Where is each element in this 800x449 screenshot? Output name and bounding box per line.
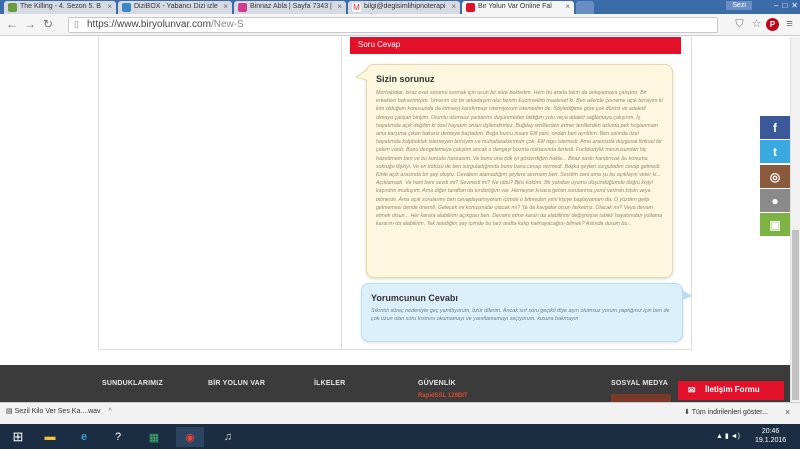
answer-title: Yorumcunun Cevabı (371, 293, 458, 303)
url-path: /New-S (210, 19, 244, 30)
browser-tabstrip: The Killing - 4. Sezon 5. B × DiziBOX - … (0, 0, 800, 14)
contact-form-label: İletişim Formu (705, 385, 760, 394)
bookmark-star-icon[interactable]: ☆ (750, 18, 763, 31)
tab-close-icon[interactable]: × (451, 2, 456, 11)
scrollbar-thumb[interactable] (792, 230, 799, 400)
tab-4[interactable]: M bilgi@degisimlihipnoterapi × (348, 1, 460, 14)
close-downloads-icon[interactable]: × (785, 407, 790, 417)
tab-favicon-icon (238, 3, 247, 12)
site-footer: SUNDUKLARIMIZ BİR YOLUN VAR İLKELER GÜVE… (0, 365, 790, 402)
file-icon: ▤ (6, 408, 13, 415)
system-tray[interactable]: ▲ ▮ ◄) (716, 432, 740, 440)
maximize-icon[interactable]: □ (782, 1, 787, 10)
minimize-icon[interactable]: – (774, 1, 778, 10)
show-all-label: Tüm indirilenleri göster... (691, 409, 768, 416)
file-explorer-icon[interactable]: ▬ (36, 427, 64, 447)
page-info-icon[interactable]: ▯ (74, 19, 79, 30)
tab-close-icon[interactable]: × (337, 2, 342, 11)
ssl-badge: RapidSSL 128BIT (418, 393, 468, 399)
clock-time: 20:46 (761, 428, 780, 435)
section-header: Soru Cevap (350, 37, 681, 54)
social-footer-icons (611, 394, 671, 402)
tab-title: bilgi@degisimlihipnoterapi (364, 3, 446, 10)
clock[interactable]: 20:46 19.1.2016 (755, 427, 786, 445)
download-filename: Sezil Kilo Ver Ses Ka....wav (14, 408, 101, 415)
reload-icon[interactable]: ↻ (43, 17, 53, 31)
download-icon: ⬇ (684, 409, 690, 416)
apple-icon[interactable]: ● (760, 189, 790, 212)
contact-form-button[interactable]: ✉ İletişim Formu (678, 381, 784, 400)
footer-heading-principles: İLKELER (314, 380, 346, 387)
browser-toolbar: ← → ↻ ▯ https://www.biryolunvar.com/New-… (0, 14, 800, 36)
instagram-icon[interactable]: ◎ (760, 165, 790, 188)
facebook-icon[interactable]: f (760, 116, 790, 139)
tab-close-icon[interactable]: × (565, 2, 570, 11)
close-window-icon[interactable]: ✕ (791, 1, 798, 10)
pinterest-icon[interactable]: P (766, 18, 779, 31)
address-bar[interactable]: ▯ https://www.biryolunvar.com/New-S (68, 17, 718, 33)
footer-heading-security: GÜVENLİK (418, 380, 456, 387)
help-icon[interactable]: ? (104, 427, 132, 447)
page-content: Soru Cevap Sizin sorunuz Merhabalar, bir… (0, 37, 790, 365)
start-button-icon[interactable]: ⊞ (4, 427, 32, 447)
show-all-downloads-link[interactable]: ⬇ Tüm indirilenleri göster... (684, 408, 768, 416)
internet-explorer-icon[interactable]: e (70, 427, 98, 447)
download-item[interactable]: ▤ Sezil Kilo Ver Ses Ka....wav ^ (6, 407, 112, 415)
back-arrow-icon[interactable]: ← (6, 17, 18, 31)
new-tab-button[interactable] (576, 1, 594, 14)
question-title: Sizin sorunuz (376, 74, 435, 84)
tab-1[interactable]: The Killing - 4. Sezon 5. B × (4, 1, 116, 14)
chevron-up-icon[interactable]: ^ (109, 408, 112, 415)
question-bubble: Sizin sorunuz Merhabalar, biraz evet sor… (355, 64, 673, 278)
itunes-icon[interactable]: ♫ (214, 427, 242, 447)
tab-title: Binnaz Abla | Sayfa 7343 | (250, 3, 332, 10)
android-icon[interactable]: ▣ (760, 213, 790, 236)
answer-text: Sıkıntılı süreç nedeniyle geç yanıtlıyor… (371, 308, 670, 322)
question-text: Merhabalar, biraz evet sorumu sormak içi… (376, 90, 663, 228)
profile-name[interactable]: Sezi (726, 1, 752, 10)
tab-title: Bir Yolun Var Online Fal (478, 3, 552, 10)
tab-favicon-icon (122, 3, 131, 12)
window-controls: – □ ✕ (774, 1, 798, 10)
tab-5-active[interactable]: Bir Yolun Var Online Fal × (462, 1, 574, 14)
forward-arrow-icon[interactable]: → (24, 17, 36, 31)
tab-close-icon[interactable]: × (223, 2, 228, 11)
tab-2[interactable]: DiziBOX - Yabancı Dizi izle × (118, 1, 232, 14)
page-scrollbar[interactable] (790, 37, 800, 402)
footer-heading-social: SOSYAL MEDYA (611, 380, 668, 387)
column-divider (341, 37, 342, 350)
clock-date: 19.1.2016 (755, 437, 787, 444)
envelope-icon: ✉ (688, 385, 696, 395)
windows-taskbar: ⊞ ▬ e ? ▦ ◉ ♫ ▲ ▮ ◄) 20:46 19.1.2016 (0, 424, 800, 449)
tab-title: The Killing - 4. Sezon 5. B (20, 3, 101, 10)
tab-favicon-icon (466, 3, 475, 12)
footer-heading-about: BİR YOLUN VAR (208, 380, 266, 387)
chrome-icon[interactable]: ◉ (176, 427, 204, 447)
twitter-icon[interactable]: t (760, 140, 790, 163)
excel-icon[interactable]: ▦ (140, 427, 168, 447)
tab-title: DiziBOX - Yabancı Dizi izle (134, 3, 218, 10)
tab-3[interactable]: Binnaz Abla | Sayfa 7343 | × (234, 1, 346, 14)
footer-heading-services: SUNDUKLARIMIZ (102, 380, 163, 387)
tab-close-icon[interactable]: × (107, 2, 112, 11)
tab-favicon-icon (8, 3, 17, 12)
gmail-icon: M (352, 3, 361, 12)
shield-icon[interactable]: ⛉ (733, 18, 746, 31)
answer-bubble: Yorumcunun Cevabı Sıkıntılı süreç nedeni… (361, 283, 693, 342)
url-host: https://www.biryolunvar.com (87, 19, 211, 30)
downloads-bar: ▤ Sezil Kilo Ver Ses Ka....wav ^ ⬇ Tüm i… (0, 402, 800, 424)
menu-icon[interactable]: ≡ (783, 18, 796, 31)
